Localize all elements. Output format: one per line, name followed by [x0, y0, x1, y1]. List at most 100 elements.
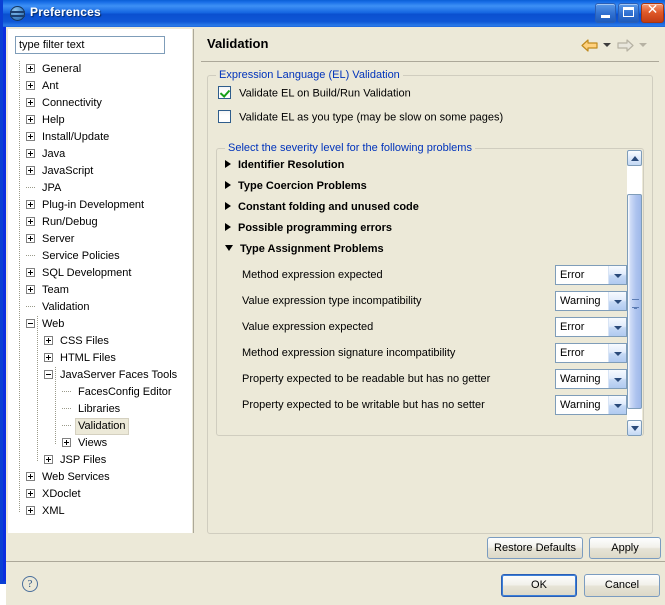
- severity-category-label: Possible programming errors: [238, 222, 393, 234]
- title-bar[interactable]: Preferences: [3, 0, 665, 27]
- sidebar-item-views[interactable]: Views: [8, 435, 192, 452]
- expand-icon[interactable]: [26, 64, 35, 74]
- severity-select[interactable]: Error: [555, 317, 627, 337]
- triangle-right-icon[interactable]: [225, 202, 231, 211]
- sidebar-item-html-files[interactable]: HTML Files: [8, 350, 192, 367]
- triangle-right-icon[interactable]: [225, 223, 231, 232]
- expand-icon[interactable]: [26, 285, 35, 295]
- sidebar-item-xdoclet[interactable]: XDoclet: [8, 486, 192, 503]
- chevron-down-icon[interactable]: [608, 370, 626, 388]
- sidebar-item-general[interactable]: General: [8, 61, 192, 78]
- scrollbar-track[interactable]: [627, 166, 642, 420]
- dialog-footer: ? OK Cancel: [6, 561, 665, 605]
- sidebar-item-facesconfig-editor[interactable]: FacesConfig Editor: [8, 384, 192, 401]
- sidebar-item-javaserver-faces-tools[interactable]: JavaServer Faces Tools: [8, 367, 192, 384]
- expand-icon[interactable]: [62, 438, 71, 448]
- sidebar-item-team[interactable]: Team: [8, 282, 192, 299]
- back-history-chevron-down-icon[interactable]: [603, 43, 611, 47]
- expand-icon[interactable]: [26, 268, 35, 278]
- expand-icon[interactable]: [44, 455, 53, 465]
- triangle-down-icon[interactable]: [225, 245, 233, 252]
- cancel-button[interactable]: Cancel: [584, 574, 660, 597]
- severity-category-possible-programming-errors[interactable]: Possible programming errors: [225, 219, 392, 237]
- expand-icon[interactable]: [26, 200, 35, 210]
- apply-button[interactable]: Apply: [589, 537, 661, 559]
- triangle-right-icon[interactable]: [225, 181, 231, 190]
- severity-list[interactable]: Identifier Resolution Type Coercion Probl…: [218, 150, 644, 436]
- expand-icon[interactable]: [26, 98, 35, 108]
- expand-icon[interactable]: [26, 472, 35, 482]
- minimize-button[interactable]: [595, 3, 616, 23]
- sidebar-item-plug-in-development[interactable]: Plug-in Development: [8, 197, 192, 214]
- arrow-left-icon[interactable]: [581, 39, 598, 52]
- sidebar-item-validation[interactable]: Validation: [8, 418, 192, 435]
- chevron-down-icon[interactable]: [608, 344, 626, 362]
- expand-icon[interactable]: [26, 217, 35, 227]
- sidebar-item-sql-development[interactable]: SQL Development: [8, 265, 192, 282]
- collapse-icon[interactable]: [44, 370, 53, 380]
- filter-input[interactable]: [15, 36, 165, 54]
- sidebar-item-jsp-files[interactable]: JSP Files: [8, 452, 192, 469]
- expand-icon[interactable]: [26, 234, 35, 244]
- checkbox-validate-on-build[interactable]: Validate EL on Build/Run Validation: [218, 86, 411, 102]
- severity-category-label: Type Assignment Problems: [240, 243, 384, 255]
- checkbox-icon[interactable]: [218, 86, 231, 99]
- close-button[interactable]: [641, 2, 664, 23]
- sidebar-item-label: Libraries: [78, 402, 121, 415]
- checkbox-validate-as-you-type[interactable]: Validate EL as you type (may be slow on …: [218, 110, 503, 126]
- chevron-down-icon[interactable]: [608, 318, 626, 336]
- sidebar-item-validation[interactable]: Validation: [8, 299, 192, 316]
- sidebar-item-web-services[interactable]: Web Services: [8, 469, 192, 486]
- scroll-down-icon[interactable]: [627, 420, 642, 436]
- severity-category-type-assignment-problems[interactable]: Type Assignment Problems: [225, 240, 384, 258]
- chevron-down-icon[interactable]: [608, 292, 626, 310]
- sidebar-item-java[interactable]: Java: [8, 146, 192, 163]
- dialog-client-area: General Ant Connectivity Help Install/Update…: [6, 27, 665, 605]
- page-title: Validation: [207, 36, 269, 51]
- sidebar-item-xml[interactable]: XML: [8, 503, 192, 520]
- expand-icon[interactable]: [26, 506, 35, 516]
- sidebar-item-install-update[interactable]: Install/Update: [8, 129, 192, 146]
- expand-icon[interactable]: [26, 489, 35, 499]
- severity-select[interactable]: Warning: [555, 291, 627, 311]
- chevron-down-icon[interactable]: [608, 396, 626, 414]
- severity-category-identifier-resolution[interactable]: Identifier Resolution: [225, 156, 344, 174]
- expand-icon[interactable]: [26, 166, 35, 176]
- expand-icon[interactable]: [44, 353, 53, 363]
- sidebar-item-jpa[interactable]: JPA: [8, 180, 192, 197]
- preferences-tree[interactable]: General Ant Connectivity Help Install/Update…: [8, 61, 192, 531]
- scroll-up-icon[interactable]: [627, 150, 642, 166]
- severity-scrollbar[interactable]: [627, 150, 642, 436]
- expand-icon[interactable]: [26, 132, 35, 142]
- sidebar-item-server[interactable]: Server: [8, 231, 192, 248]
- severity-category-type-coercion-problems[interactable]: Type Coercion Problems: [225, 177, 367, 195]
- severity-row: Property expected to be writable but has…: [218, 395, 644, 419]
- question-mark-icon[interactable]: ?: [22, 576, 38, 592]
- severity-select[interactable]: Error: [555, 265, 627, 285]
- severity-category-constant-folding-and-unused-code[interactable]: Constant folding and unused code: [225, 198, 419, 216]
- severity-select[interactable]: Error: [555, 343, 627, 363]
- sidebar-item-service-policies[interactable]: Service Policies: [8, 248, 192, 265]
- severity-select[interactable]: Warning: [555, 369, 627, 389]
- expand-icon[interactable]: [44, 336, 53, 346]
- expand-icon[interactable]: [26, 81, 35, 91]
- maximize-button[interactable]: [618, 3, 639, 23]
- collapse-icon[interactable]: [26, 319, 35, 329]
- sidebar-item-web[interactable]: Web: [8, 316, 192, 333]
- sidebar-item-css-files[interactable]: CSS Files: [8, 333, 192, 350]
- expand-icon[interactable]: [26, 149, 35, 159]
- checkbox-icon[interactable]: [218, 110, 231, 123]
- restore-defaults-button[interactable]: Restore Defaults: [487, 537, 583, 559]
- sidebar-item-javascript[interactable]: JavaScript: [8, 163, 192, 180]
- chevron-down-icon[interactable]: [608, 266, 626, 284]
- severity-select[interactable]: Warning: [555, 395, 627, 415]
- scrollbar-thumb[interactable]: [627, 194, 642, 409]
- sidebar-item-ant[interactable]: Ant: [8, 78, 192, 95]
- sidebar-item-run-debug[interactable]: Run/Debug: [8, 214, 192, 231]
- sidebar-item-connectivity[interactable]: Connectivity: [8, 95, 192, 112]
- expand-icon[interactable]: [26, 115, 35, 125]
- sidebar-item-help[interactable]: Help: [8, 112, 192, 129]
- triangle-right-icon[interactable]: [225, 160, 231, 169]
- ok-button[interactable]: OK: [501, 574, 577, 597]
- sidebar-item-libraries[interactable]: Libraries: [8, 401, 192, 418]
